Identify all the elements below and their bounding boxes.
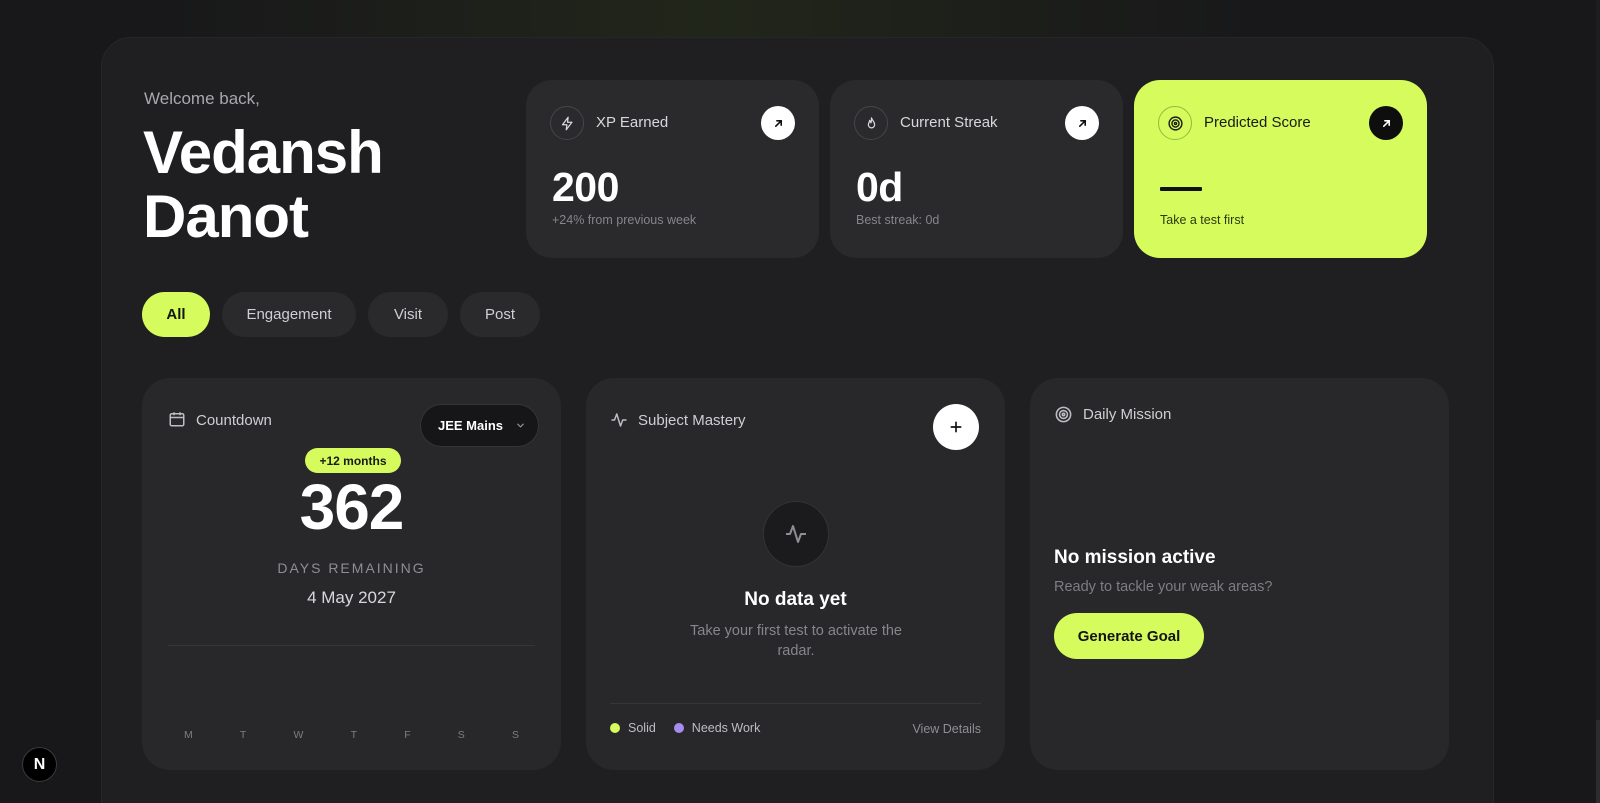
user-name: Vedansh Danot [143,119,384,250]
days-remaining-label: DAYS REMAINING [277,560,426,576]
weekday-label: S [511,729,519,741]
legend-solid: Solid [628,721,656,735]
xp-label: XP Earned [596,114,669,131]
exam-date: 4 May 2027 [307,588,396,607]
target-icon [1158,106,1192,140]
weekday-label: M [184,729,193,741]
activity-empty-icon [763,501,829,567]
streak-card[interactable]: Current Streak 0d Best streak: 0d [830,80,1123,258]
target-icon [1054,405,1073,429]
predicted-sub: Take a test first [1160,213,1245,227]
n-logo-icon[interactable]: N [22,747,57,782]
legend-needs-work: Needs Work [691,721,761,735]
weekday-label: S [457,729,465,741]
countdown-title: Countdown [196,412,272,429]
streak-arrow-button[interactable] [1065,106,1099,140]
xp-arrow-button[interactable] [761,106,795,140]
arrow-up-right-icon [1078,119,1086,127]
countdown-divider [168,645,535,646]
filter-engagement[interactable]: Engagement [222,292,356,337]
chevron-down-icon [517,423,524,428]
plus-icon [950,421,962,433]
exam-select-value: JEE Mains [438,418,504,433]
xp-sub: +24% from previous week [552,213,697,227]
xp-value: 200 [552,164,619,210]
welcome-text: Welcome back, [144,89,260,108]
lightning-icon [550,106,584,140]
scrollbar-track[interactable] [1596,0,1600,803]
view-details-link[interactable]: View Details [912,722,981,736]
flame-icon [854,106,888,140]
arrow-up-right-icon [1382,119,1390,127]
mastery-empty-sub: Take your first test to activate the rad… [690,623,902,659]
weekday-label: T [239,729,247,741]
add-subject-button[interactable] [933,404,979,450]
filter-visit[interactable]: Visit [368,292,448,337]
exam-select[interactable]: JEE Mains [420,404,539,447]
activity-icon [610,411,628,434]
mastery-divider [610,703,981,704]
daily-mission-card: Daily Mission No mission active Ready to… [1030,378,1449,770]
predicted-score-card[interactable]: Predicted Score Take a test first [1134,80,1427,258]
days-count: 362 [299,471,405,543]
predicted-arrow-button[interactable] [1369,106,1403,140]
mastery-title: Subject Mastery [638,412,746,429]
mission-empty-title: No mission active [1054,547,1216,568]
streak-label: Current Streak [900,114,998,131]
weekday-label: T [350,729,358,741]
legend-dot-solid [610,723,620,733]
xp-card[interactable]: XP Earned 200 +24% from previous week [526,80,819,258]
filter-all[interactable]: All [142,292,210,337]
mission-empty-sub: Ready to tackle your weak areas? [1054,579,1273,595]
mastery-legend: Solid Needs Work [610,721,760,735]
arrow-up-right-icon [774,119,782,127]
weekday-row: M T W T F S S [168,729,535,741]
subject-mastery-card: Subject Mastery No data yet Take your fi… [586,378,1005,770]
legend-dot-needs-work [673,723,684,733]
calendar-icon [168,410,186,433]
streak-sub: Best streak: 0d [856,213,940,227]
predicted-label: Predicted Score [1204,114,1311,131]
generate-goal-button[interactable]: Generate Goal [1054,613,1204,659]
scrollbar-thumb[interactable] [1596,720,1600,803]
mission-title: Daily Mission [1083,406,1172,423]
mastery-empty-title: No data yet [744,589,847,610]
predicted-value-dash [1160,187,1202,191]
top-glow [160,0,1260,40]
streak-value: 0d [856,164,903,210]
weekday-label: W [293,729,304,741]
filter-post[interactable]: Post [460,292,540,337]
weekday-label: F [404,729,411,741]
countdown-card: Countdown JEE Mains +12 months 362 DAYS … [142,378,561,770]
